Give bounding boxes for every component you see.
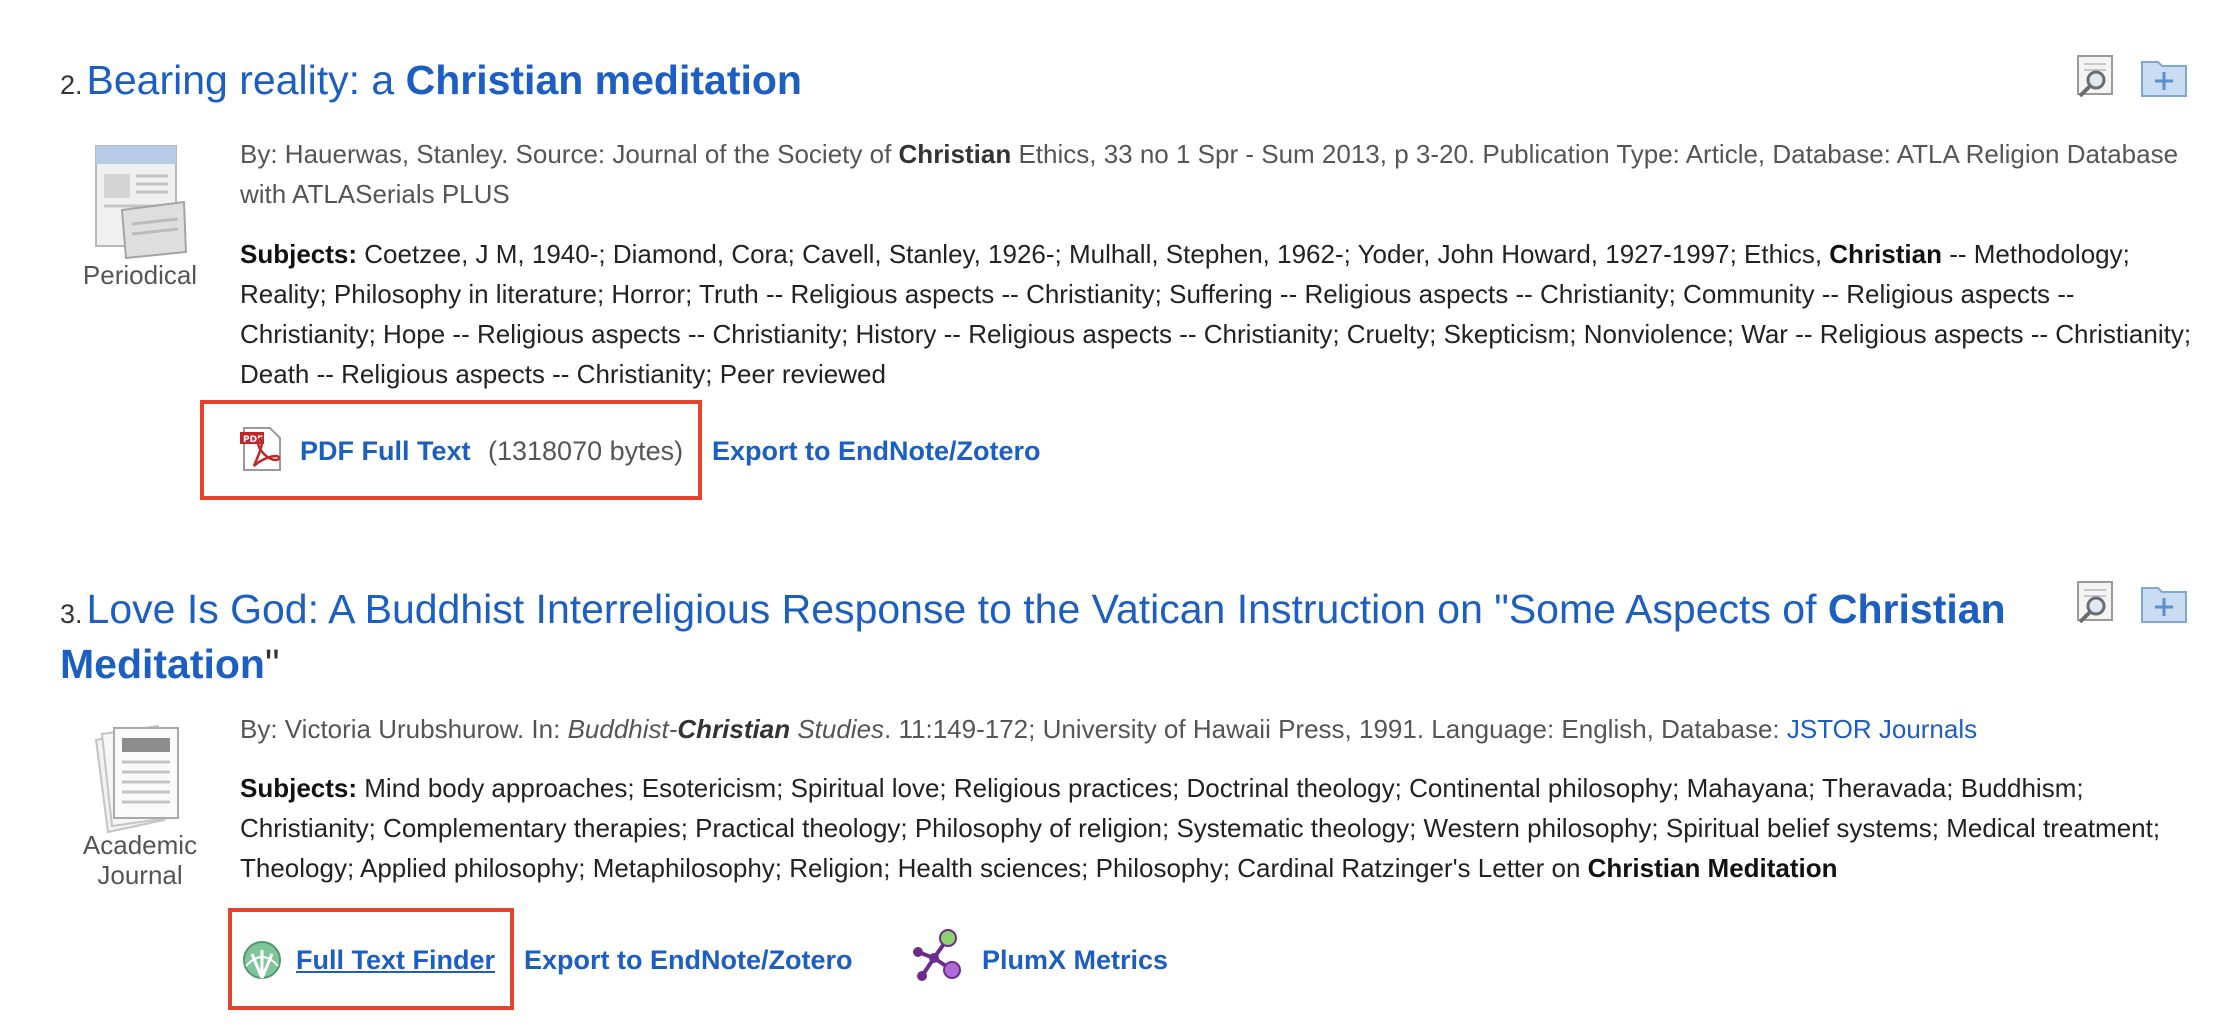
add-to-folder-icon[interactable]	[2140, 580, 2188, 624]
journal-name-highlight: Christian	[677, 714, 791, 744]
type-label-line2: Journal	[97, 860, 183, 890]
result-number: 2.	[60, 70, 83, 100]
plumx-icon[interactable]	[908, 926, 968, 986]
publication-type-label: Academic Journal	[40, 830, 240, 890]
pdf-file-size: (1318070 bytes)	[488, 436, 684, 466]
journal-name-start: Buddhist-	[567, 714, 678, 744]
result-subjects: Subjects: Coetzee, J M, 1940-; Diamond, …	[240, 234, 2210, 394]
title-highlight[interactable]: Christian meditation	[406, 57, 802, 103]
pdf-full-text-link[interactable]: PDF Full Text	[300, 431, 471, 471]
type-label-line1: Academic	[82, 830, 198, 860]
title-text-end: "	[264, 641, 280, 687]
source-text: By: Hauerwas, Stanley. Source: Journal o…	[240, 139, 899, 169]
academic-journal-icon[interactable]	[92, 720, 188, 840]
source-text-rest: . 11:149-172; University of Hawaii Press…	[884, 714, 1787, 744]
plumx-metrics-link[interactable]: PlumX Metrics	[982, 940, 1168, 980]
subjects-text: Mind body approaches; Esotericism; Spiri…	[240, 773, 2161, 883]
subjects-highlight: Christian Meditation	[1587, 853, 1838, 883]
result-subjects: Subjects: Mind body approaches; Esoteric…	[240, 768, 2210, 888]
title-text[interactable]: Love Is God: A Buddhist Interreligious R…	[87, 586, 1828, 632]
result-title[interactable]: 2.Bearing reality: a Christian meditatio…	[60, 55, 802, 110]
full-text-finder-link[interactable]: Full Text Finder	[296, 940, 495, 980]
export-endnote-zotero-link[interactable]: Export to EndNote/Zotero	[524, 940, 852, 980]
add-to-folder-icon[interactable]	[2140, 54, 2188, 98]
source-highlight: Christian	[898, 139, 1012, 169]
database-link[interactable]: JSTOR Journals	[1787, 714, 1977, 744]
result-source-info: By: Victoria Urubshurow. In: Buddhist-Ch…	[240, 709, 2200, 749]
publication-type-label: Periodical	[82, 260, 198, 290]
preview-magnifier-icon[interactable]	[2072, 54, 2120, 98]
periodical-icon[interactable]	[92, 140, 188, 260]
title-text[interactable]: Bearing reality: a	[87, 57, 406, 103]
full-text-finder-icon[interactable]	[242, 940, 282, 980]
subjects-label: Subjects:	[240, 239, 358, 269]
journal-name-end: Studies	[790, 714, 885, 744]
preview-magnifier-icon[interactable]	[2072, 580, 2120, 624]
subjects-label: Subjects:	[240, 773, 358, 803]
result-source-info: By: Hauerwas, Stanley. Source: Journal o…	[240, 134, 2200, 214]
result-title[interactable]: 3.Love Is God: A Buddhist Interreligious…	[60, 584, 2050, 689]
journal-name: Buddhist-Christian Studies	[568, 714, 884, 744]
export-endnote-zotero-link[interactable]: Export to EndNote/Zotero	[712, 431, 1040, 471]
result-number: 3.	[60, 599, 83, 629]
subjects-highlight: Christian	[1829, 239, 1942, 269]
pdf-icon[interactable]: PDF	[240, 426, 284, 472]
source-text: By: Victoria Urubshurow. In:	[240, 714, 568, 744]
subjects-text: Coetzee, J M, 1940-; Diamond, Cora; Cave…	[357, 239, 1830, 269]
